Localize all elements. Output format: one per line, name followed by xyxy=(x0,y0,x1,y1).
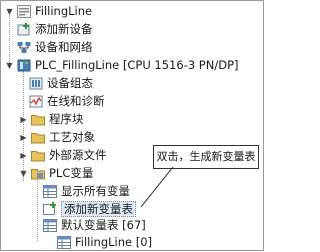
tree-item-fillingline-tag-table[interactable]: FillingLine [0] xyxy=(57,234,152,251)
tree-item-online-diagnostics[interactable]: 在线和诊断 xyxy=(29,93,105,110)
expand-toggle-icon[interactable]: ▶ xyxy=(19,133,28,142)
tree-item-label: 在线和诊断 xyxy=(47,94,105,108)
plc-icon xyxy=(17,59,31,72)
tree-item-add-new-device[interactable]: 添加新设备 xyxy=(17,21,93,38)
collapse-toggle-icon[interactable]: ▼ xyxy=(5,7,14,16)
tree-item-label: 工艺对象 xyxy=(49,130,95,144)
add-tag-table-icon xyxy=(43,202,57,215)
collapse-toggle-icon[interactable]: ▼ xyxy=(19,169,28,178)
diagnostics-icon xyxy=(29,95,43,108)
tree-item-label: 外部源文件 xyxy=(49,148,107,162)
folder-icon xyxy=(31,113,45,126)
tag-table-icon xyxy=(57,236,71,249)
tree-item-label: 设备组态 xyxy=(47,76,93,90)
tree-item-label: 显示所有变量 xyxy=(61,184,130,198)
plc-tags-folder-icon xyxy=(31,167,45,180)
tree-item-plc-tags[interactable]: ▼ PLC变量 xyxy=(19,165,93,182)
tree-item-device-config[interactable]: 设备组态 xyxy=(29,75,93,92)
tree-item-label: FillingLine [0] xyxy=(75,235,153,249)
tree-item-label: PLC变量 xyxy=(49,166,94,180)
tree-item-external-sources[interactable]: ▶ 外部源文件 xyxy=(19,147,107,164)
expand-toggle-icon[interactable]: ▶ xyxy=(19,151,28,160)
tree-item-label: 程序块 xyxy=(49,112,84,126)
tree-item-devices-networks[interactable]: 设备和网络 xyxy=(17,39,93,56)
tree-item-label: PLC_FillingLine [CPU 1516-3 PN/DP] xyxy=(35,58,239,72)
tree-item-label: 添加新变量表 xyxy=(61,200,136,217)
tree-item-show-all-tags[interactable]: 显示所有变量 xyxy=(43,183,130,200)
tree-item-technology-objects[interactable]: ▶ 工艺对象 xyxy=(19,129,95,146)
tree-item-default-tag-table[interactable]: 默认变量表 [67] xyxy=(43,217,146,234)
tree-item-label: 默认变量表 [67] xyxy=(61,218,146,232)
device-config-icon xyxy=(29,77,43,90)
tree-item-project-root[interactable]: ▼ FillingLine xyxy=(5,3,92,20)
project-tree-panel: ▼ FillingLine 添加新设备 设备和网络 ▼ PLC_FillingL… xyxy=(0,0,264,251)
tree-item-label: 添加新设备 xyxy=(35,22,93,36)
add-device-icon xyxy=(17,23,31,36)
tag-table-icon xyxy=(43,219,57,232)
tree-item-plc-device[interactable]: ▼ PLC_FillingLine [CPU 1516-3 PN/DP] xyxy=(5,57,239,74)
callout-annotation: 双击，生成新变量表 xyxy=(153,145,259,169)
tree-item-label: 设备和网络 xyxy=(35,40,93,54)
project-tree: ▼ FillingLine 添加新设备 设备和网络 ▼ PLC_FillingL… xyxy=(1,1,263,250)
tree-item-label: FillingLine xyxy=(35,4,93,18)
tag-table-icon xyxy=(43,185,57,198)
folder-icon xyxy=(31,131,45,144)
tree-item-program-blocks[interactable]: ▶ 程序块 xyxy=(19,111,84,128)
project-icon xyxy=(17,5,31,18)
expand-toggle-icon[interactable]: ▶ xyxy=(19,115,28,124)
collapse-toggle-icon[interactable]: ▼ xyxy=(5,61,14,70)
tree-item-add-new-tag-table[interactable]: 添加新变量表 xyxy=(43,200,136,217)
network-icon xyxy=(17,41,31,54)
folder-icon xyxy=(31,149,45,162)
